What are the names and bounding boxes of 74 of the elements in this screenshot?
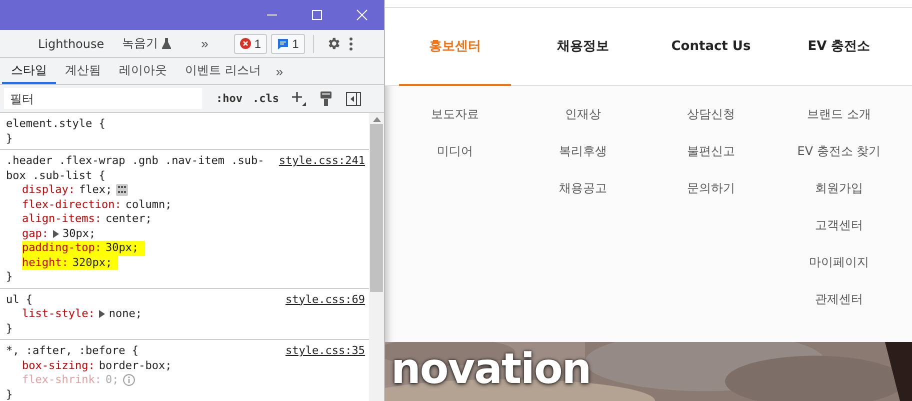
nav-item[interactable]: Contact Us: [655, 8, 767, 86]
style-toggle[interactable]: :hov: [214, 92, 244, 105]
rule-selector: element.style {: [6, 117, 106, 130]
submenu-link[interactable]: 복리후생: [559, 144, 607, 159]
css-property[interactable]: flex-direction:: [22, 198, 122, 212]
submenu-link[interactable]: 보도자료: [431, 107, 479, 122]
css-value[interactable]: 30px;: [105, 241, 139, 256]
submenu-link[interactable]: 브랜드 소개: [807, 107, 871, 122]
css-value[interactable]: column;: [125, 198, 172, 212]
nav-item[interactable]: EV 충전소: [783, 8, 895, 86]
scrollbar-thumb[interactable]: [370, 124, 383, 292]
info-icon[interactable]: [122, 374, 135, 386]
message-icon: [277, 38, 290, 50]
kebab-icon: [348, 36, 353, 50]
style-toggle[interactable]: .cls: [250, 92, 281, 105]
css-value[interactable]: center;: [105, 212, 152, 226]
devtools-tab[interactable]: 녹음기: [122, 35, 172, 52]
submenu-link[interactable]: 미디어: [437, 144, 473, 159]
panel-tab[interactable]: 계산됨: [56, 58, 110, 84]
submenu-link[interactable]: 회원가입: [815, 181, 863, 196]
error-count-button[interactable]: 1: [234, 34, 268, 54]
scroll-up-icon[interactable]: [372, 117, 380, 122]
css-value[interactable]: border-box;: [98, 358, 172, 373]
submenu-link[interactable]: 채용공고: [559, 181, 607, 196]
message-count: 1: [292, 36, 299, 50]
panel-tab[interactable]: 이벤트 리스너: [176, 58, 270, 84]
css-value[interactable]: 320px;: [72, 256, 112, 270]
hero-title: novation: [391, 344, 591, 394]
devtools-tab[interactable]: Lighthouse: [38, 36, 104, 50]
submenu-link[interactable]: 문의하기: [687, 181, 735, 196]
css-property[interactable]: padding-top:: [22, 241, 102, 256]
css-property[interactable]: height:: [22, 256, 68, 270]
css-property[interactable]: display:: [22, 183, 75, 198]
css-property[interactable]: gap:: [22, 226, 48, 241]
sidebar-icon: [346, 92, 361, 106]
submenu-link[interactable]: 불편신고: [687, 144, 735, 159]
expand-triangle-icon[interactable]: [98, 310, 105, 318]
closing-brace: }: [6, 388, 14, 401]
paint-roller-icon: [320, 91, 332, 106]
nav-item[interactable]: 채용정보: [527, 8, 639, 86]
plus-icon: [291, 91, 306, 106]
source-link[interactable]: style.css:69: [286, 292, 365, 307]
panel-tab[interactable]: 레이아웃: [110, 58, 176, 84]
close-icon: [356, 9, 368, 21]
rule-selector: *, :after, :before {: [6, 344, 138, 357]
filter-field[interactable]: 필터: [4, 88, 202, 109]
css-property[interactable]: list-style:: [22, 307, 95, 322]
error-count: 1: [254, 36, 262, 50]
closing-brace: }: [6, 322, 14, 336]
flexbox-editor-icon[interactable]: [116, 184, 128, 196]
flask-icon: [162, 38, 172, 49]
css-property[interactable]: align-items:: [22, 212, 102, 226]
css-property[interactable]: box-sizing:: [22, 358, 95, 373]
submenu-link[interactable]: 상담신청: [687, 107, 735, 122]
source-link[interactable]: style.css:241: [278, 154, 365, 168]
expand-triangle-icon[interactable]: [52, 230, 58, 238]
message-count-button[interactable]: 1: [271, 34, 305, 54]
css-value[interactable]: none;: [108, 307, 142, 322]
submenu-link[interactable]: 인재상: [565, 107, 601, 122]
rule-selector: ul {: [6, 292, 32, 306]
submenu-link[interactable]: EV 충전소 찾기: [797, 144, 881, 159]
maximize-icon: [310, 9, 322, 21]
source-link[interactable]: style.css:35: [286, 344, 365, 358]
css-value[interactable]: flex;: [78, 183, 112, 198]
more-tabs-button[interactable]: »: [201, 36, 208, 51]
more-panels-button[interactable]: »: [276, 58, 284, 84]
error-icon: [240, 38, 252, 49]
closing-brace: }: [6, 270, 14, 284]
submenu-link[interactable]: 관제센터: [815, 292, 863, 307]
closing-brace: }: [6, 132, 14, 146]
submenu-link[interactable]: 고객센터: [815, 218, 863, 233]
scrollbar[interactable]: [369, 113, 384, 401]
submenu-link[interactable]: 마이페이지: [809, 255, 869, 270]
css-value[interactable]: 30px;: [62, 226, 96, 241]
